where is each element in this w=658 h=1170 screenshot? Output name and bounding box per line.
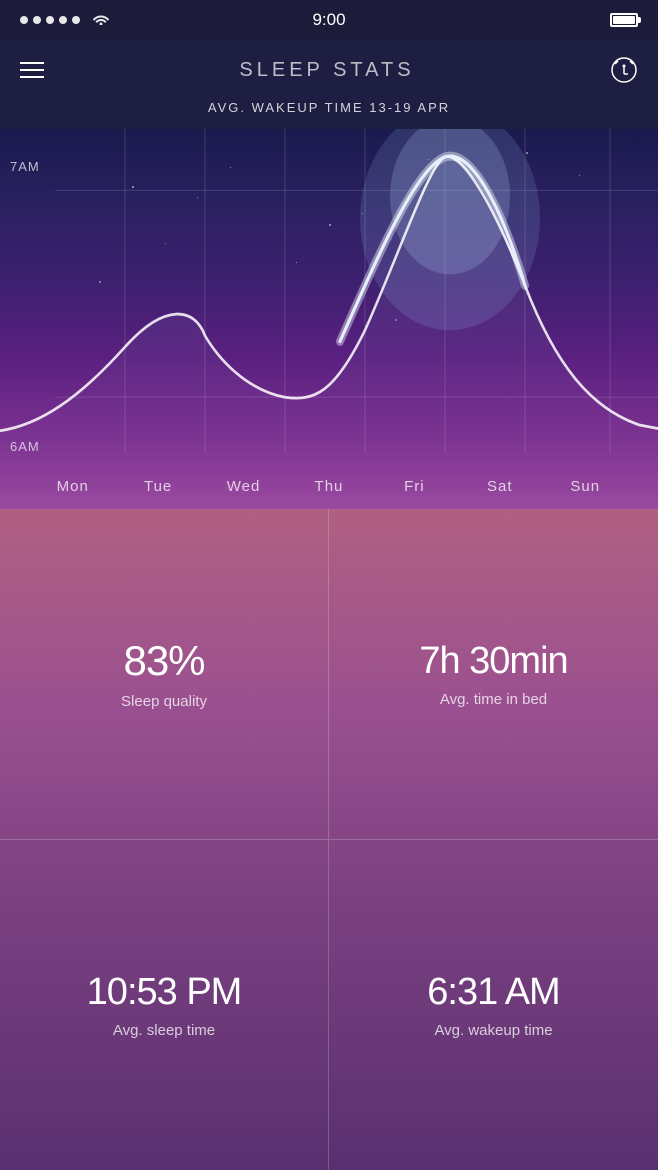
chart-area: 7AM 6AM — [0, 129, 658, 509]
stats-section: 83% Sleep quality 7h 30min Avg. time in … — [0, 509, 658, 1170]
stat-value-quality: 83% — [123, 637, 204, 685]
stat-cell-quality: 83% Sleep quality — [0, 509, 329, 840]
status-time: 9:00 — [312, 10, 345, 30]
alarm-button[interactable] — [610, 56, 638, 84]
stat-label-wakeup-time: Avg. wakeup time — [434, 1022, 552, 1039]
stat-label-quality: Sleep quality — [121, 693, 207, 710]
chart-svg — [0, 129, 658, 509]
day-label-tue: Tue — [138, 478, 178, 495]
status-bar: 9:00 — [0, 0, 658, 40]
day-label-fri: Fri — [394, 478, 434, 495]
stat-value-time-in-bed: 7h 30min — [419, 640, 567, 683]
stat-label-time-in-bed: Avg. time in bed — [440, 691, 547, 708]
battery-indicator — [610, 13, 638, 27]
stat-cell-wakeup-time: 6:31 AM Avg. wakeup time — [329, 840, 658, 1170]
y-axis-label-7am: 7AM — [10, 159, 40, 174]
y-axis-label-6am: 6AM — [10, 439, 40, 454]
subtitle-dates: 13-19 APR — [369, 100, 450, 115]
stats-grid: 83% Sleep quality 7h 30min Avg. time in … — [0, 509, 658, 1170]
stat-cell-sleep-time: 10:53 PM Avg. sleep time — [0, 840, 329, 1170]
stat-cell-time-in-bed: 7h 30min Avg. time in bed — [329, 509, 658, 840]
header: SLEEP STATS — [0, 40, 658, 96]
stat-label-sleep-time: Avg. sleep time — [113, 1022, 215, 1039]
stat-value-sleep-time: 10:53 PM — [87, 971, 242, 1014]
day-label-thu: Thu — [309, 478, 349, 495]
app-container: 9:00 SLEEP STATS AVG. WAKEUP TIME — [0, 0, 658, 1170]
day-label-wed: Wed — [224, 478, 264, 495]
day-label-sun: Sun — [565, 478, 605, 495]
subtitle-label: AVG. WAKEUP TIME — [208, 100, 364, 115]
day-label-sat: Sat — [480, 478, 520, 495]
day-label-mon: Mon — [53, 478, 93, 495]
signal-dots — [20, 16, 80, 24]
menu-button[interactable] — [20, 62, 44, 78]
page-title: SLEEP STATS — [239, 59, 414, 82]
stat-value-wakeup-time: 6:31 AM — [427, 971, 559, 1014]
day-labels: Mon Tue Wed Thu Fri Sat Sun — [0, 478, 658, 495]
wifi-icon — [92, 12, 110, 28]
subtitle-bar: AVG. WAKEUP TIME 13-19 APR — [0, 96, 658, 129]
